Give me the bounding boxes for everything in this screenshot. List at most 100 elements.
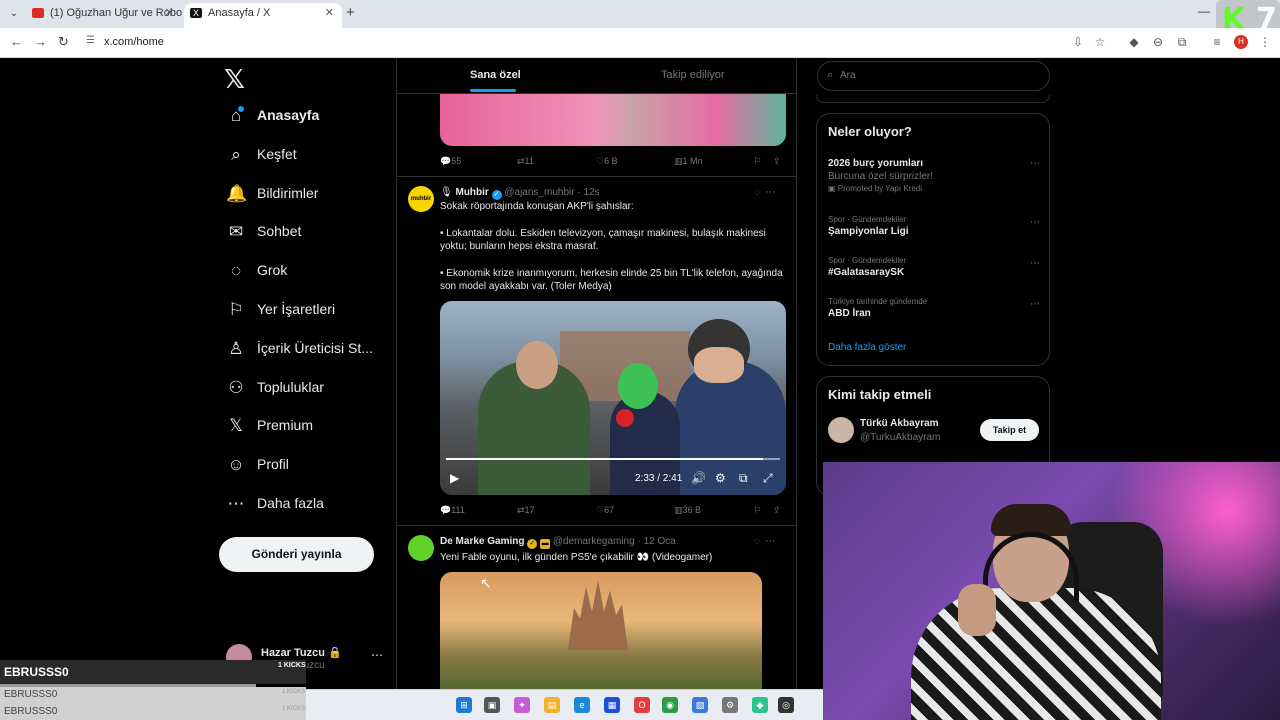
like-button[interactable]: ♡ 67 [596, 505, 614, 516]
bookmark-star-icon[interactable]: ☆ [1093, 35, 1107, 49]
copilot-icon[interactable]: ✦ [514, 697, 530, 713]
new-tab-button[interactable]: + [346, 4, 355, 21]
tweet-header: 🎙 Muhbir ✓ @ajans_muhbir · 12s [440, 187, 600, 200]
file-explorer-icon[interactable]: ▤ [544, 697, 560, 713]
picture-in-picture-icon[interactable]: ⧉ [739, 471, 748, 486]
settings-gear-icon[interactable]: ⚙ [722, 697, 738, 713]
trend-title: ABD İran [828, 308, 871, 319]
more-icon[interactable]: ⋯ [1030, 217, 1040, 228]
sidebar-item-5[interactable]: ◌ Grok [226, 257, 396, 285]
tweet-author-name[interactable]: Muhbir [455, 187, 488, 198]
x-logo-icon[interactable]: 𝕏 [224, 64, 245, 95]
tab-for-you[interactable]: Sana özel [470, 69, 521, 81]
tab-search-chevron-icon[interactable]: ⌄ [6, 6, 22, 22]
play-icon[interactable]: ▶ [450, 471, 459, 485]
extensions-puzzle-icon[interactable]: ⧉ [1175, 35, 1189, 49]
video-progress-fill [446, 458, 764, 460]
grok-icon[interactable]: ◌ [754, 187, 760, 198]
sidebar-item-7[interactable]: ♙ İçerik Üreticisi St... [226, 335, 396, 363]
tab-following[interactable]: Takip ediliyor [661, 69, 725, 81]
suggested-user-handle[interactable]: @TurkuAkbayram [860, 432, 940, 443]
more-icon[interactable]: ⋯ [1030, 158, 1040, 169]
extension-icon[interactable]: ⊖ [1151, 35, 1165, 49]
app-icon[interactable]: ◎ [778, 697, 794, 713]
reload-icon[interactable]: ↻ [58, 34, 69, 50]
tweet-handle[interactable]: @demarkegaming [553, 536, 635, 547]
sidebar-item-10[interactable]: ☺ Profil [226, 451, 396, 479]
reply-button[interactable]: 💬 111 [440, 505, 465, 516]
bookmark-icon[interactable]: ⚐ [753, 156, 761, 167]
sidebar-item-3[interactable]: 🔔 Bildirimler [226, 180, 396, 208]
show-more-link[interactable]: Daha fazla göster [828, 342, 906, 353]
reply-button[interactable]: 💬 55 [440, 156, 461, 167]
tweet-video-player[interactable]: ▶ 2:33 / 2:41 🔊 ⚙ ⧉ ⤢ [440, 301, 786, 495]
photos-icon[interactable]: ▧ [692, 697, 708, 713]
avatar[interactable] [828, 417, 854, 443]
settings-gear-icon[interactable]: ⚙ [715, 471, 726, 485]
tweet-time[interactable]: 12s [583, 187, 599, 198]
video-progress-bar[interactable] [446, 458, 780, 460]
fullscreen-icon[interactable]: ⤢ [763, 471, 773, 486]
repost-button[interactable]: ⇄ 11 [517, 156, 534, 167]
avatar[interactable] [408, 535, 434, 561]
browser-tab-x[interactable]: X Anasayfa / X ✕ [184, 3, 342, 28]
bookmark-icon[interactable]: ⚐ [753, 505, 761, 516]
trend-item[interactable]: 2026 burç yorumları Burcuna özel sürpriz… [828, 156, 1040, 193]
forward-arrow-icon[interactable]: → [34, 34, 47, 49]
chrome-icon[interactable]: ◉ [662, 697, 678, 713]
sidebar-item-1[interactable]: ⌂ Anasayfa [226, 102, 396, 130]
close-tab-icon[interactable]: ✕ [325, 3, 334, 24]
like-button[interactable]: ♡ 6 B [596, 156, 618, 167]
trend-item[interactable]: Türkiye tarihinde gündemde ABD İran ⋯ [828, 297, 1040, 319]
site-info-icon[interactable]: ☰ [86, 35, 95, 46]
tweet-handle[interactable]: @ajans_muhbir [504, 187, 574, 198]
edge-icon[interactable]: e [574, 697, 590, 713]
views-button[interactable]: ▥ 1 Mn [674, 156, 703, 167]
sidebar-item-2[interactable]: ⌕ Keşfet [226, 141, 396, 169]
views-button[interactable]: ▥ 36 B [674, 505, 701, 516]
avatar[interactable]: muhbir [408, 186, 434, 212]
tweet-media-image[interactable] [440, 94, 786, 146]
address-bar[interactable]: ☰ x.com/home [80, 32, 1120, 54]
post-button[interactable]: Gönderi yayınla [219, 537, 374, 572]
extension-icon[interactable]: ◆ [1127, 35, 1141, 49]
browser-tab-youtube[interactable]: (1) Oğuzhan Uğur ve Robot Sop ✕ [26, 3, 182, 28]
windows-start-icon[interactable]: ⊞ [456, 697, 472, 713]
grok-icon[interactable]: ◌ [754, 536, 760, 547]
more-icon[interactable]: ⋯ [1030, 258, 1040, 269]
profile-avatar[interactable]: H [1234, 35, 1248, 49]
close-tab-icon[interactable]: ✕ [165, 3, 174, 24]
tab-search-icon[interactable]: ≡ [1210, 35, 1224, 49]
sidebar-item-8[interactable]: ⚇ Topluluklar [226, 374, 396, 402]
more-icon[interactable]: ⋯ [1030, 299, 1040, 310]
share-icon[interactable]: ⇪ [773, 156, 781, 167]
task-view-icon[interactable]: ▣ [484, 697, 500, 713]
share-icon[interactable]: ⇪ [773, 505, 781, 516]
install-app-icon[interactable]: ⇩ [1071, 35, 1085, 49]
follow-button[interactable]: Takip et [980, 419, 1039, 441]
suggested-user-name[interactable]: Türkü Akbayram [860, 418, 939, 429]
sidebar-item-11[interactable]: ⋯ Daha fazla [226, 490, 396, 518]
browser-menu-icon[interactable]: ⋮ [1258, 35, 1272, 49]
gifter-name: EBRUSSS0 [4, 689, 58, 700]
repost-button[interactable]: ⇄ 17 [517, 505, 535, 516]
sidebar-item-6[interactable]: ⚐ Yer İşaretleri [226, 296, 396, 324]
more-icon[interactable]: ⋯ [766, 536, 776, 547]
more-icon[interactable]: ⋯ [766, 187, 776, 198]
trend-item[interactable]: Spor · Gündemdekiler Şampiyonlar Ligi ⋯ [828, 215, 1040, 237]
youtube-favicon-icon [32, 8, 44, 18]
volume-icon[interactable]: 🔊 [691, 471, 706, 485]
back-arrow-icon[interactable]: ← [10, 34, 23, 49]
store-icon[interactable]: ▦ [604, 697, 620, 713]
more-icon[interactable]: ⋯ [371, 648, 383, 662]
search-input[interactable]: ⌕ Ara [817, 61, 1050, 91]
app-icon[interactable]: ◆ [752, 697, 768, 713]
trend-item[interactable]: Spor · Gündemdekiler #GalatasaraySK ⋯ [828, 256, 1040, 278]
sidebar-item-4[interactable]: ✉ Sohbet [226, 218, 396, 246]
opera-icon[interactable]: O [634, 697, 650, 713]
minimize-icon[interactable]: — [1198, 4, 1210, 18]
tweet-author-name[interactable]: De Marke Gaming [440, 536, 524, 547]
tweet-time[interactable]: 12 Oca [644, 536, 676, 547]
sidebar-item-label: Profil [257, 456, 289, 472]
sidebar-item-9[interactable]: 𝕏 Premium [226, 412, 396, 440]
